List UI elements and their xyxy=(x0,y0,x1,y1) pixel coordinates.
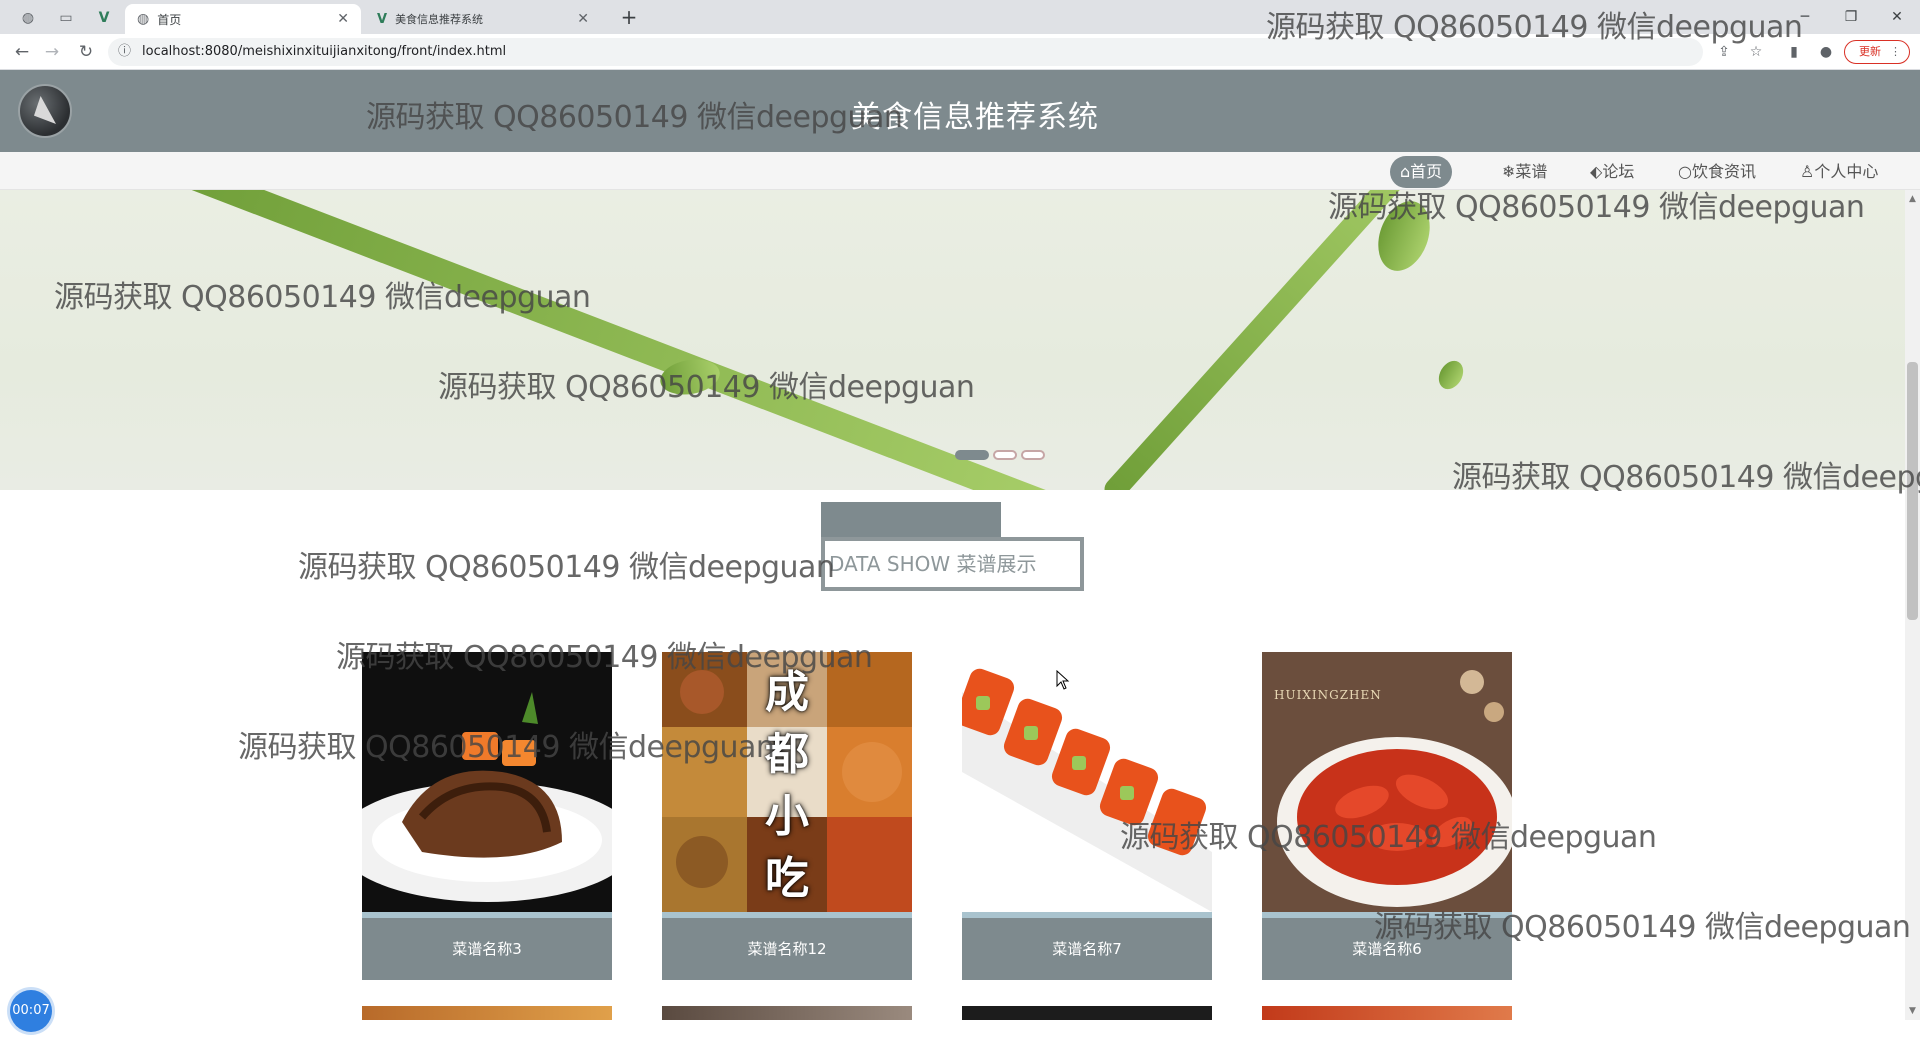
share-icon[interactable]: ⇪ xyxy=(1712,40,1736,64)
nav-item-news[interactable]: ○饮食资讯 xyxy=(1668,156,1766,188)
nav-item-label: 论坛 xyxy=(1602,162,1635,181)
recipe-card[interactable]: 菜谱名称7 xyxy=(962,652,1212,980)
recipe-image: HUIXINGZHEN xyxy=(1262,652,1512,912)
recipe-card[interactable]: 菜谱名称3 xyxy=(362,652,612,980)
recipe-name: 菜谱名称12 xyxy=(662,918,912,980)
browser-tab-bar: ◍ ▭ V ◍ 首页 ✕ V 美食信息推荐系统 ✕ + ─ ❐ ✕ xyxy=(0,0,1920,34)
scrollbar-thumb[interactable] xyxy=(1907,362,1918,620)
forward-icon[interactable]: → xyxy=(38,38,66,66)
section-title-accent xyxy=(821,502,1001,538)
menu-dots-icon[interactable]: ⋮ xyxy=(1890,41,1901,63)
overlay-char: 成 xyxy=(765,667,809,718)
nav-item-label: 首页 xyxy=(1410,162,1443,181)
tab-food-system[interactable]: V 美食信息推荐系统 ✕ xyxy=(365,4,601,34)
recipe-image xyxy=(962,652,1212,912)
close-window-icon[interactable]: ✕ xyxy=(1874,2,1920,32)
close-icon[interactable]: ✕ xyxy=(577,11,589,27)
mouse-cursor-icon xyxy=(1056,670,1070,690)
star-icon[interactable]: ☆ xyxy=(1744,40,1768,64)
bamboo-leaf xyxy=(1433,356,1469,394)
overlay-char: 小 xyxy=(765,791,809,842)
carousel-dot[interactable] xyxy=(955,450,989,460)
tab-title: 美食信息推荐系统 xyxy=(395,13,484,26)
recipe-name: 菜谱名称6 xyxy=(1262,918,1512,980)
scroll-up-icon[interactable]: ▲ xyxy=(1905,192,1920,206)
recipe-image: 成 都 小 吃 xyxy=(662,652,912,912)
recipe-image xyxy=(362,652,612,912)
carousel-indicators xyxy=(955,450,1045,460)
user-icon: ♙ xyxy=(1800,162,1815,181)
overlay-char: 吃 xyxy=(765,853,809,904)
profile-icon[interactable]: ● xyxy=(1814,40,1838,64)
nav-item-label: 饮食资讯 xyxy=(1691,162,1756,181)
recipe-card[interactable]: HUIXINGZHEN 菜谱名称6 xyxy=(1262,652,1512,980)
globe-icon: ◍ xyxy=(137,11,150,27)
restore-icon[interactable]: ❐ xyxy=(1828,2,1874,32)
carousel-dot[interactable] xyxy=(993,450,1017,460)
circle-icon: ○ xyxy=(1678,162,1692,181)
scroll-down-icon[interactable]: ▼ xyxy=(1905,1004,1920,1018)
banner-carousel[interactable] xyxy=(0,190,1905,490)
info-icon[interactable]: ⓘ xyxy=(118,38,131,66)
home-icon: ⌂ xyxy=(1400,162,1411,181)
nav-item-home[interactable]: ⌂首页 xyxy=(1390,156,1453,188)
update-button[interactable]: 更新 ⋮ xyxy=(1844,40,1910,64)
watermark-text: 源码获取 QQ86050149 微信deepguan xyxy=(298,550,835,585)
steak-plate-image xyxy=(362,692,612,902)
nav-item-recipes[interactable]: ❄菜谱 xyxy=(1492,156,1557,188)
site-header: 美食信息推荐系统 xyxy=(0,70,1920,152)
nav-item-label: 个人中心 xyxy=(1814,162,1879,181)
nav-item-forum[interactable]: ⬖论坛 xyxy=(1580,156,1644,188)
address-bar[interactable]: ⓘ localhost:8080/meishixinxituijianxiton… xyxy=(108,38,1703,66)
browser-toolbar: ← → ↻ ⓘ localhost:8080/meishixinxituijia… xyxy=(0,34,1920,70)
recipe-card-peek[interactable] xyxy=(362,1006,612,1020)
minimize-icon[interactable]: ─ xyxy=(1782,2,1828,32)
recipe-card-peek[interactable] xyxy=(662,1006,912,1020)
vue-tab-icon[interactable]: V xyxy=(90,6,118,30)
site-title: 美食信息推荐系统 xyxy=(851,100,1099,135)
overlay-text: 成 都 小 吃 xyxy=(757,662,817,910)
recipe-card[interactable]: 成 都 小 吃 菜谱名称12 xyxy=(662,652,912,980)
carousel-dot[interactable] xyxy=(1021,450,1045,460)
recipe-name: 菜谱名称7 xyxy=(962,918,1212,980)
new-tab-button[interactable]: + xyxy=(615,4,643,30)
globe-icon[interactable]: ◍ xyxy=(14,6,42,30)
url-text: localhost:8080/meishixinxituijianxitong/… xyxy=(142,44,507,59)
blank-tab-icon[interactable]: ▭ xyxy=(52,6,80,30)
vue-icon: V xyxy=(377,11,388,27)
tab-home[interactable]: ◍ 首页 ✕ xyxy=(125,4,361,34)
recipe-name: 菜谱名称3 xyxy=(362,918,612,980)
overlay-char: 都 xyxy=(765,729,809,780)
recipe-card-peek[interactable] xyxy=(962,1006,1212,1020)
back-icon[interactable]: ← xyxy=(8,38,36,66)
recipe-card-peek[interactable] xyxy=(1262,1006,1512,1020)
nav-item-label: 菜谱 xyxy=(1515,162,1548,181)
sushi-rolls-image xyxy=(962,668,1212,912)
main-nav: ⌂首页 ❄菜谱 ⬖论坛 ○饮食资讯 ♙个人中心 xyxy=(0,152,1920,190)
brand-text: HUIXINGZHEN xyxy=(1274,688,1382,702)
tab-title: 首页 xyxy=(157,12,182,27)
reload-icon[interactable]: ↻ xyxy=(72,38,100,66)
close-icon[interactable]: ✕ xyxy=(337,11,349,27)
tag-icon: ⬖ xyxy=(1590,162,1603,181)
nav-item-profile[interactable]: ♙个人中心 xyxy=(1790,156,1888,188)
snowflake-icon: ❄ xyxy=(1502,162,1516,181)
recording-timer[interactable]: 00:07 xyxy=(10,990,52,1032)
update-label: 更新 xyxy=(1859,45,1881,58)
bamboo-leaf xyxy=(150,190,1094,490)
sidepanel-icon[interactable]: ▮ xyxy=(1782,40,1806,64)
section-title: DATA SHOW 菜谱展示 xyxy=(821,537,1084,591)
